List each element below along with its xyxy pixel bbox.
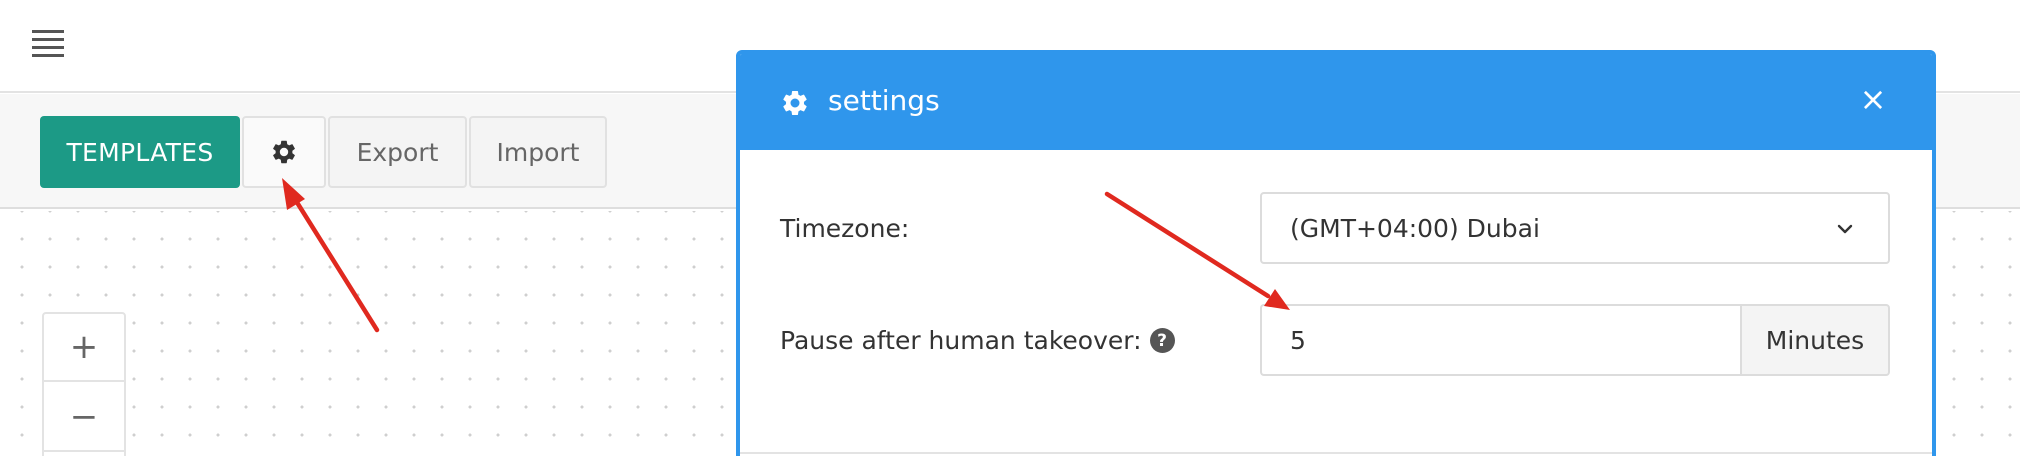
chevron-down-icon xyxy=(1837,224,1853,234)
settings-modal: settings × Timezone: (GMT+04:00) Dubai P… xyxy=(736,50,1936,456)
timezone-value: (GMT+04:00) Dubai xyxy=(1290,213,1540,243)
pause-label-row: Pause after human takeover: ? xyxy=(780,326,1175,355)
help-icon[interactable]: ? xyxy=(1149,328,1175,353)
zoom-out-button[interactable]: − xyxy=(44,384,124,452)
gear-icon xyxy=(783,90,807,115)
pause-minutes-input[interactable]: 5 xyxy=(1260,304,1740,376)
import-button[interactable]: Import xyxy=(469,116,607,188)
settings-button[interactable] xyxy=(242,116,326,188)
templates-button[interactable]: TEMPLATES xyxy=(40,116,240,188)
timezone-select[interactable]: (GMT+04:00) Dubai xyxy=(1260,192,1890,264)
minutes-addon: Minutes xyxy=(1740,304,1890,376)
zoom-in-button[interactable]: + xyxy=(44,314,124,382)
pause-label: Pause after human takeover: xyxy=(780,326,1142,355)
modal-divider xyxy=(740,452,1932,454)
timezone-label: Timezone: xyxy=(780,214,910,243)
close-icon[interactable]: × xyxy=(1858,82,1888,116)
gear-icon xyxy=(273,140,295,164)
hamburger-menu-icon[interactable] xyxy=(32,30,64,58)
pause-input-group: 5 Minutes xyxy=(1260,304,1890,376)
zoom-controls: + − xyxy=(42,312,126,456)
modal-title: settings xyxy=(828,84,940,117)
export-button[interactable]: Export xyxy=(328,116,467,188)
modal-header: settings × xyxy=(740,54,1932,150)
